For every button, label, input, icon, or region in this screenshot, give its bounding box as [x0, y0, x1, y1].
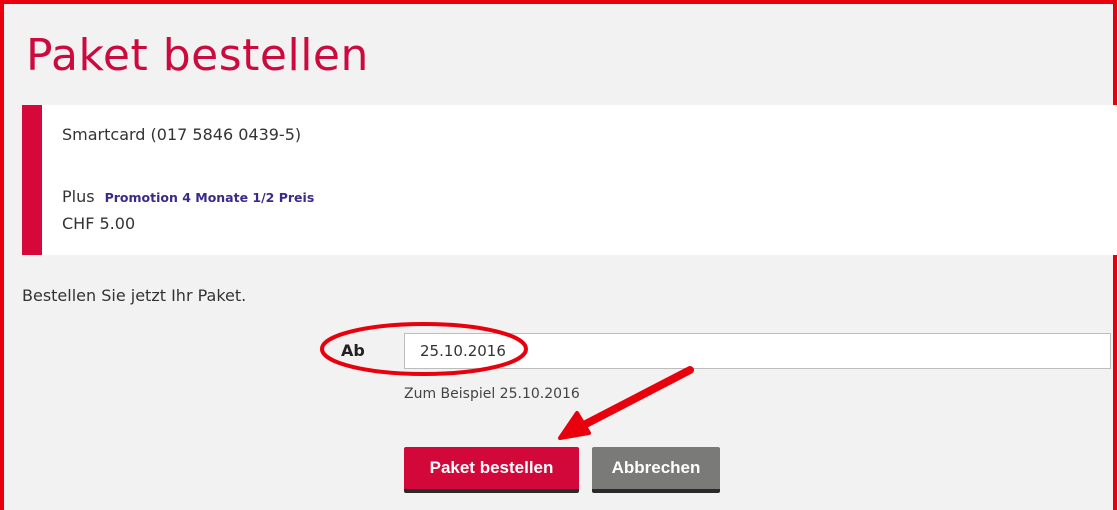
- date-hint: Zum Beispiel 25.10.2016: [404, 386, 580, 402]
- promotion-label: Promotion 4 Monate 1/2 Preis: [104, 190, 315, 205]
- cancel-button[interactable]: Abbrechen: [592, 447, 720, 493]
- annotation-arrow: [558, 366, 694, 440]
- intro-text: Bestellen Sie jetzt Ihr Paket.: [22, 286, 247, 305]
- package-card: Smartcard (017 5846 0439-5) Plus Promotio…: [22, 105, 1117, 255]
- smartcard-label: Smartcard (017 5846 0439-5): [62, 125, 302, 144]
- start-date-input[interactable]: [404, 333, 1111, 369]
- order-package-button[interactable]: Paket bestellen: [404, 447, 579, 493]
- package-name: Plus: [62, 187, 95, 206]
- package-price: CHF 5.00: [62, 214, 136, 233]
- date-label: Ab: [341, 341, 365, 360]
- package-line: Plus Promotion 4 Monate 1/2 Preis: [62, 187, 314, 206]
- page-title: Paket bestellen: [26, 30, 369, 81]
